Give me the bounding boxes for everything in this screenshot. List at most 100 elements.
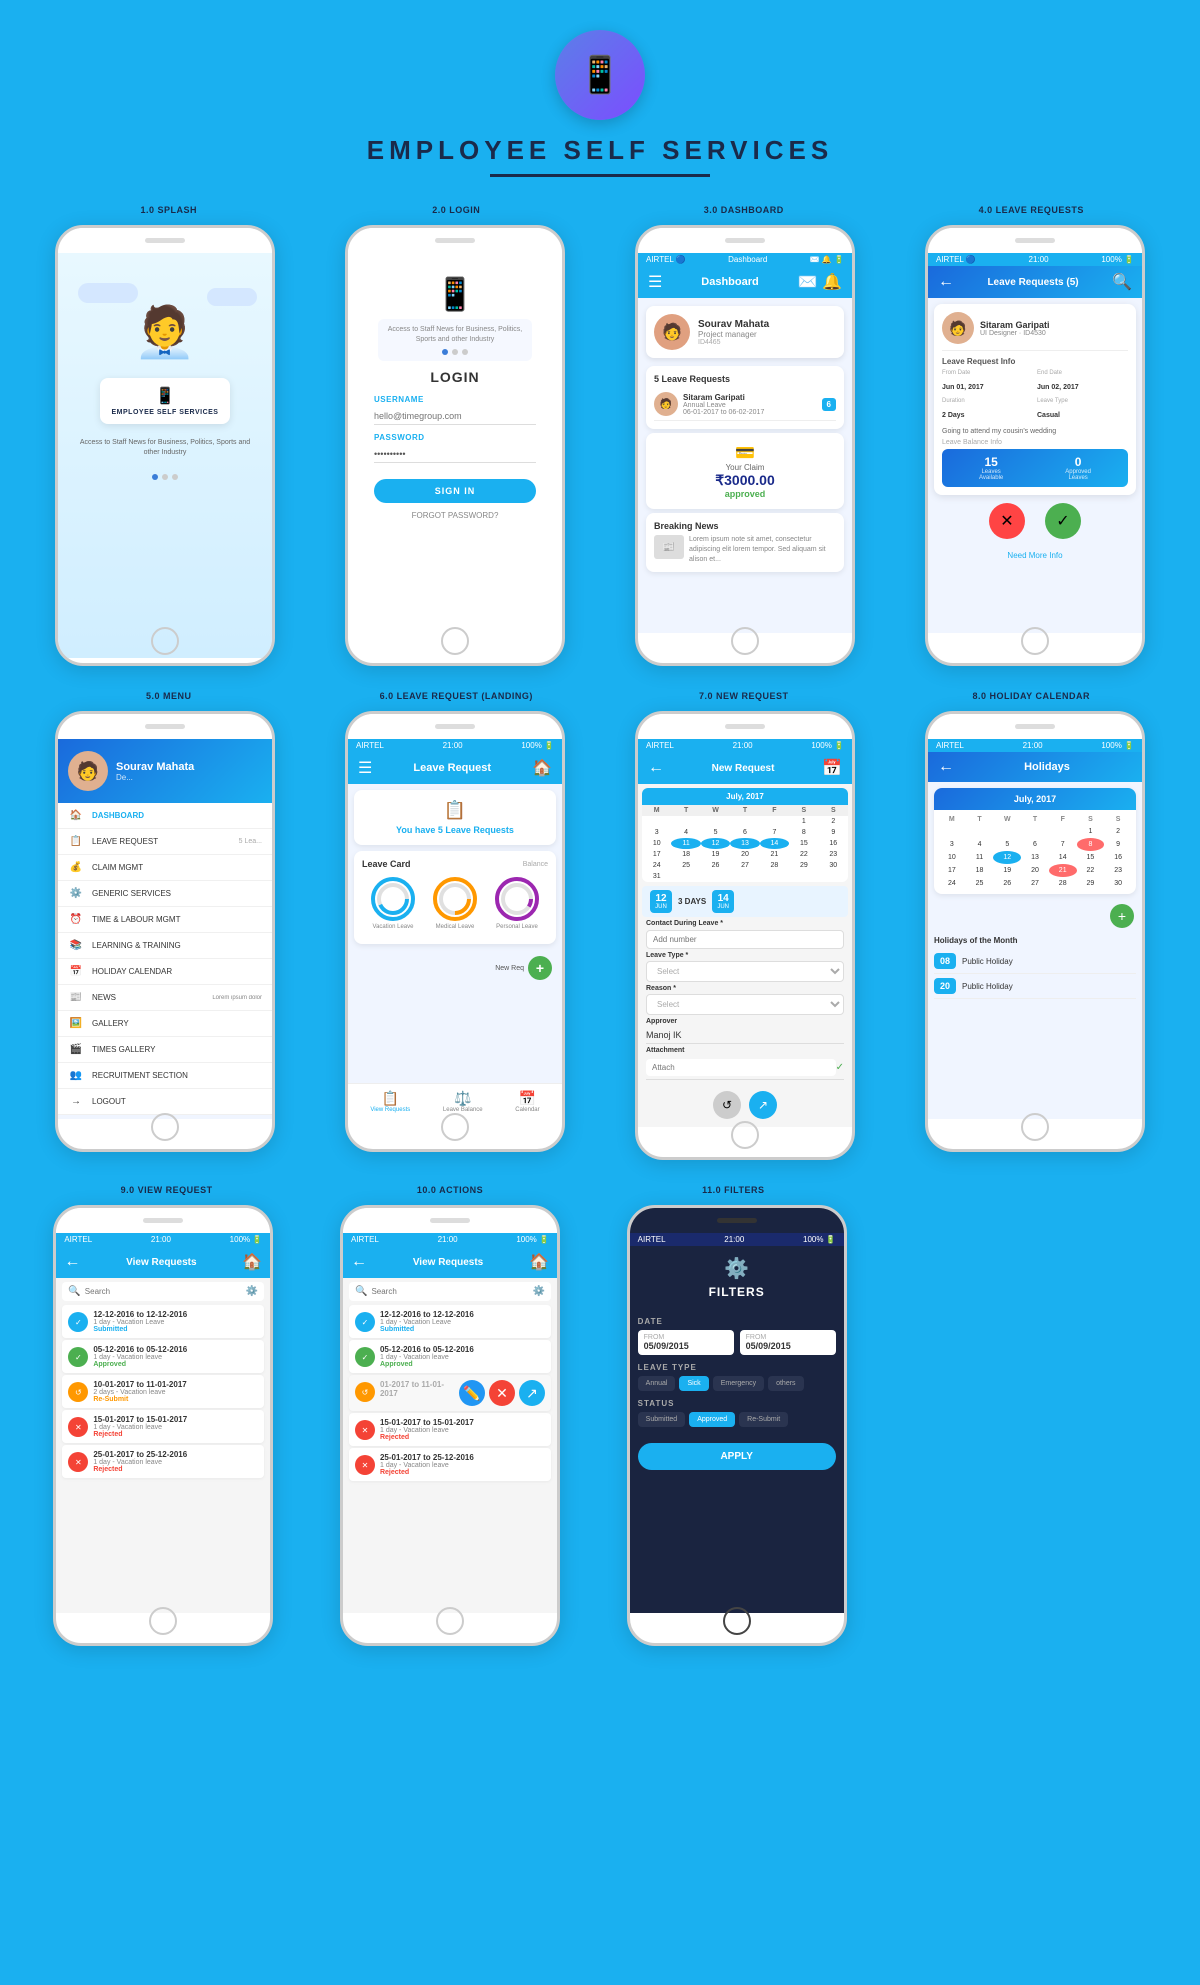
phone-home-login[interactable] bbox=[441, 627, 469, 655]
phone-home-act[interactable] bbox=[436, 1607, 464, 1635]
menu-item-recruitment[interactable]: 👥 RECRUITMENT SECTION bbox=[58, 1063, 272, 1089]
menu-item-news[interactable]: 📰 NEWS Lorem ipsum dolor bbox=[58, 985, 272, 1011]
back-icon-hol[interactable]: ← bbox=[938, 758, 954, 776]
menu-item-times-gallery[interactable]: 🎬 TIMES GALLERY bbox=[58, 1037, 272, 1063]
leave-card-section: Leave Card Balance Vacation Leave bbox=[354, 851, 556, 944]
back-icon-vr[interactable]: ← bbox=[64, 1253, 80, 1271]
back-icon-act[interactable]: ← bbox=[351, 1253, 367, 1271]
phone-top-hol bbox=[928, 714, 1142, 739]
nav-view-requests[interactable]: 📋 View Requests bbox=[370, 1090, 410, 1113]
req-status-text-2: Approved bbox=[93, 1361, 258, 1368]
notification-icons[interactable]: ✉️ 🔔 bbox=[798, 272, 842, 292]
contact-input[interactable] bbox=[646, 930, 844, 949]
menu-item-time[interactable]: ⏰ TIME & LABOUR MGMT bbox=[58, 907, 272, 933]
filter-icon-vr[interactable]: ⚙️ bbox=[246, 1286, 258, 1297]
nav-calendar[interactable]: 📅 Calendar bbox=[515, 1090, 539, 1113]
apply-filter-btn[interactable]: APPLY bbox=[638, 1443, 836, 1470]
filter-icon-act[interactable]: ⚙️ bbox=[533, 1286, 545, 1297]
hamburger-icon[interactable]: ☰ bbox=[648, 272, 662, 292]
approve-button[interactable]: ✓ bbox=[1045, 503, 1081, 539]
phone-home-hol[interactable] bbox=[1021, 1113, 1049, 1141]
phone-home-menu[interactable] bbox=[151, 1113, 179, 1141]
attachment-input[interactable] bbox=[646, 1059, 836, 1076]
forgot-password-link[interactable]: FORGOT PASSWORD? bbox=[374, 511, 536, 520]
menu-profile-section: 🧑 Sourav Mahata De... bbox=[58, 739, 272, 803]
need-more-info-btn[interactable]: Need More Info bbox=[928, 547, 1142, 564]
leave-item-type: Annual Leave bbox=[683, 402, 817, 409]
leave-card-title: Leave Card bbox=[362, 859, 411, 869]
phone-home-lr[interactable] bbox=[1021, 627, 1049, 655]
phone-home-ll[interactable] bbox=[441, 1113, 469, 1141]
delete-action-btn[interactable]: ✕ bbox=[489, 1380, 515, 1406]
search-input-vr[interactable] bbox=[85, 1287, 242, 1296]
dashboard-header: ☰ Dashboard ✉️ 🔔 bbox=[638, 266, 852, 298]
sign-in-button[interactable]: SIGN IN bbox=[374, 479, 536, 503]
edit-action-btn[interactable]: ✏️ bbox=[459, 1380, 485, 1406]
date-range-display: 12 JUN 3 DAYS 14 JUN bbox=[642, 886, 848, 917]
label-leave-landing: 6.0 LEAVE REQUEST (LANDING) bbox=[346, 691, 566, 701]
filter-sick-btn[interactable]: Sick bbox=[679, 1376, 708, 1391]
hamburger-ll[interactable]: ☰ bbox=[358, 758, 372, 778]
menu-item-leave[interactable]: 📋 LEAVE REQUEST 5 Lea... bbox=[58, 829, 272, 855]
speaker-vr bbox=[143, 1218, 183, 1223]
password-input[interactable] bbox=[374, 446, 536, 463]
leave-person-avatar: 🧑 bbox=[654, 392, 678, 416]
filter-resubmit-btn[interactable]: Re-Submit bbox=[739, 1412, 788, 1427]
req-dates-2: 05-12-2016 to 05-12-2016 bbox=[93, 1345, 258, 1354]
nav-leave-balance[interactable]: ⚖️ Leave Balance bbox=[443, 1090, 483, 1113]
phone-home-fil[interactable] bbox=[723, 1607, 751, 1635]
share-action-btn[interactable]: ↗ bbox=[519, 1380, 545, 1406]
phone-home-dashboard[interactable] bbox=[731, 627, 759, 655]
act-status-dot-4: ✕ bbox=[355, 1420, 375, 1440]
phone-home-vr[interactable] bbox=[149, 1607, 177, 1635]
filter-others-btn[interactable]: others bbox=[768, 1376, 803, 1391]
new-req-title: New Request bbox=[672, 763, 814, 774]
add-holiday-btn[interactable]: + bbox=[1110, 904, 1134, 928]
menu-item-logout[interactable]: → LOGOUT bbox=[58, 1089, 272, 1115]
reason-select[interactable]: Select bbox=[646, 994, 844, 1015]
req-type-2: 1 day - Vacation leave bbox=[93, 1354, 258, 1361]
menu-item-generic[interactable]: ⚙️ GENERIC SERVICES bbox=[58, 881, 272, 907]
search-bar-act: 🔍 ⚙️ bbox=[349, 1282, 551, 1301]
new-req-btn[interactable]: New Req + bbox=[348, 948, 562, 988]
search-icon-lr[interactable]: 🔍 bbox=[1112, 272, 1132, 292]
menu-item-learning[interactable]: 📚 LEARNING & TRAINING bbox=[58, 933, 272, 959]
page-header: 📱 EMPLOYEE SELF SERVICES bbox=[0, 0, 1200, 200]
back-icon-lr[interactable]: ← bbox=[938, 273, 954, 291]
leave-person-avatar-lr: 🧑 bbox=[942, 312, 974, 344]
filter-date-row: FROM 05/09/2015 FROM 05/09/2015 bbox=[638, 1330, 836, 1355]
leave-type-select[interactable]: Select bbox=[646, 961, 844, 982]
menu-item-gallery[interactable]: 🖼️ GALLERY bbox=[58, 1011, 272, 1037]
filter-emergency-btn[interactable]: Emergency bbox=[713, 1376, 764, 1391]
filter-submitted-btn[interactable]: Submitted bbox=[638, 1412, 686, 1427]
reject-button[interactable]: ✕ bbox=[989, 503, 1025, 539]
filter-approved-btn[interactable]: Approved bbox=[689, 1412, 735, 1427]
back-icon-nr[interactable]: ← bbox=[648, 759, 664, 777]
menu-label-times-gallery: TIMES GALLERY bbox=[92, 1045, 155, 1054]
screen-filters: AIRTEL21:00100% 🔋 ⚙️ FILTERS DATE FROM 0… bbox=[630, 1233, 844, 1613]
phone-home-splash[interactable] bbox=[151, 627, 179, 655]
submit-button-nr[interactable]: ↗ bbox=[749, 1091, 777, 1119]
balance-num-approved: 0 bbox=[1065, 455, 1091, 469]
login-device-icon: 📱 bbox=[358, 275, 552, 313]
news-icon: 📰 bbox=[68, 992, 84, 1003]
home-icon-act[interactable]: 🏠 bbox=[529, 1252, 549, 1272]
home-icon-vr[interactable]: 🏠 bbox=[242, 1252, 262, 1272]
home-icon-ll[interactable]: 🏠 bbox=[532, 758, 552, 778]
menu-item-dashboard[interactable]: 🏠 DASHBOARD bbox=[58, 803, 272, 829]
phone-home-nr[interactable] bbox=[731, 1121, 759, 1149]
approver-value: Manoj IK bbox=[646, 1027, 844, 1044]
act-status-dot-1: ✓ bbox=[355, 1312, 375, 1332]
speaker-menu bbox=[145, 724, 185, 729]
search-input-act[interactable] bbox=[371, 1287, 528, 1296]
filter-annual-btn[interactable]: Annual bbox=[638, 1376, 676, 1391]
act-req-type-4: 1 day - Vacation leave bbox=[380, 1427, 545, 1434]
menu-item-holiday[interactable]: 📅 HOLIDAY CALENDAR bbox=[58, 959, 272, 985]
leave-person-row: 🧑 Sitaram Garipati UI Designer · ID4530 bbox=[942, 312, 1128, 351]
menu-item-claim[interactable]: 💰 CLAIM MGMT bbox=[58, 855, 272, 881]
act-req-item-2: ✓ 05-12-2016 to 05-12-2016 1 day - Vacat… bbox=[349, 1340, 551, 1373]
reset-button-nr[interactable]: ↺ bbox=[713, 1091, 741, 1119]
calendar-icon-nr[interactable]: 📅 bbox=[822, 758, 842, 778]
actions-title: View Requests bbox=[373, 1257, 523, 1268]
username-input[interactable] bbox=[374, 408, 536, 425]
